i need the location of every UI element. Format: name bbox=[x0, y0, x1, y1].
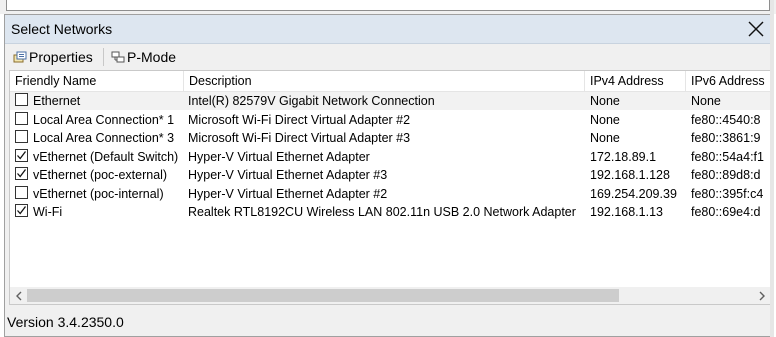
check-icon bbox=[17, 150, 27, 160]
cell-ipv4: None bbox=[590, 112, 620, 127]
check-icon bbox=[17, 169, 27, 178]
table-row[interactable]: Ethernet Intel(R) 82579V Gigabit Network … bbox=[10, 92, 770, 110]
background-window-frame bbox=[6, 0, 770, 11]
column-header-ipv4[interactable]: IPv4 Address bbox=[585, 71, 686, 91]
row-checkbox[interactable] bbox=[15, 148, 28, 162]
cell-ipv4: 172.18.89.1 bbox=[590, 149, 657, 164]
cell-ipv4: None bbox=[590, 94, 620, 108]
cell-friendly-name: Ethernet bbox=[33, 94, 81, 108]
cell-description: Realtek RTL8192CU Wireless LAN 802.11n U… bbox=[188, 205, 576, 219]
close-button[interactable] bbox=[743, 17, 769, 41]
scroll-left-button[interactable] bbox=[10, 287, 27, 304]
cell-friendly-name: vEthernet (poc-internal) bbox=[33, 186, 164, 201]
cell-description: Microsoft Wi-Fi Direct Virtual Adapter #… bbox=[188, 112, 411, 127]
cell-friendly-name: vEthernet (poc-external) bbox=[33, 168, 168, 182]
cell-description: Microsoft Wi-Fi Direct Virtual Adapter #… bbox=[188, 131, 411, 145]
column-header-ipv6[interactable]: IPv6 Address bbox=[686, 71, 770, 91]
cell-ipv6: fe80::69e4:d bbox=[691, 205, 761, 219]
status-bar: Version 3.4.2350.0 bbox=[5, 306, 773, 336]
properties-label: Properties bbox=[29, 49, 93, 65]
p-mode-label: P-Mode bbox=[127, 49, 177, 65]
cell-ipv6: fe80::54a4:f1 bbox=[691, 149, 764, 164]
row-checkbox[interactable] bbox=[15, 111, 28, 125]
table-row[interactable]: Wi-Fi Realtek RTL8192CU Wireless LAN 802.… bbox=[10, 203, 770, 221]
table-row[interactable]: vEthernet (poc-external) Hyper-V Virtual … bbox=[10, 166, 770, 184]
properties-icon bbox=[13, 51, 27, 63]
column-header-friendly-name[interactable]: Friendly Name bbox=[10, 71, 184, 91]
cell-description: Hyper-V Virtual Ethernet Adapter #3 bbox=[188, 168, 388, 182]
cell-friendly-name: vEthernet (Default Switch) bbox=[33, 149, 179, 164]
cell-friendly-name: Local Area Connection* 1 bbox=[33, 112, 175, 127]
cell-ipv4: 192.168.1.13 bbox=[590, 205, 663, 219]
toolbar-separator bbox=[103, 48, 104, 66]
horizontal-scrollbar[interactable] bbox=[10, 287, 770, 304]
cell-description: Hyper-V Virtual Ethernet Adapter #2 bbox=[188, 186, 388, 201]
cell-ipv4: 192.168.1.128 bbox=[590, 168, 670, 182]
column-header-description[interactable]: Description bbox=[184, 71, 585, 91]
cell-ipv6: fe80::3861:9 bbox=[691, 131, 761, 145]
check-icon bbox=[17, 206, 27, 215]
properties-button[interactable]: Properties bbox=[11, 47, 95, 67]
cell-ipv6: fe80::395f:c4 bbox=[691, 186, 764, 201]
row-checkbox[interactable] bbox=[15, 130, 28, 143]
scroll-right-button[interactable] bbox=[753, 287, 770, 304]
table-row[interactable]: vEthernet (Default Switch) Hyper-V Virtua… bbox=[10, 148, 770, 166]
close-icon bbox=[748, 21, 764, 37]
table-row[interactable]: Local Area Connection* 1 Microsoft Wi-Fi … bbox=[10, 111, 770, 129]
row-checkbox[interactable] bbox=[15, 185, 28, 199]
cell-ipv4: 169.254.209.39 bbox=[590, 186, 677, 201]
toolbar: Properties P-Mode bbox=[5, 44, 773, 70]
row-checkbox[interactable] bbox=[15, 204, 28, 217]
table-row[interactable]: vEthernet (poc-internal) Hyper-V Virtual … bbox=[10, 185, 770, 203]
row-checkbox[interactable] bbox=[15, 167, 28, 180]
cell-ipv6: fe80::89d8:d bbox=[691, 168, 761, 182]
select-networks-dialog: Select Networks Properties P-Mode Friend… bbox=[4, 14, 774, 337]
title-bar[interactable]: Select Networks bbox=[5, 15, 773, 44]
row-checkbox[interactable] bbox=[15, 93, 28, 106]
cell-ipv4: None bbox=[590, 131, 620, 145]
cell-friendly-name: Wi-Fi bbox=[33, 205, 63, 219]
chevron-right-icon bbox=[759, 291, 765, 300]
table-row[interactable]: Local Area Connection* 3 Microsoft Wi-Fi … bbox=[10, 129, 770, 147]
version-label: Version 3.4.2350.0 bbox=[7, 314, 124, 330]
column-headers: Friendly Name Description IPv4 Address I… bbox=[10, 71, 770, 92]
background-window-edge bbox=[0, 0, 776, 14]
p-mode-icon bbox=[111, 51, 125, 63]
right-edge bbox=[770, 0, 774, 337]
chevron-left-icon bbox=[15, 291, 21, 300]
cell-description: Hyper-V Virtual Ethernet Adapter bbox=[188, 149, 370, 164]
cell-description: Intel(R) 82579V Gigabit Network Connecti… bbox=[188, 94, 435, 108]
network-list: Friendly Name Description IPv4 Address I… bbox=[9, 70, 771, 305]
cell-ipv6: fe80::4540:8 bbox=[691, 112, 761, 127]
cell-friendly-name: Local Area Connection* 3 bbox=[33, 131, 175, 145]
cell-ipv6: None bbox=[691, 94, 721, 108]
p-mode-button[interactable]: P-Mode bbox=[109, 47, 178, 67]
window-title: Select Networks bbox=[11, 21, 113, 37]
scrollbar-thumb[interactable] bbox=[27, 289, 619, 302]
